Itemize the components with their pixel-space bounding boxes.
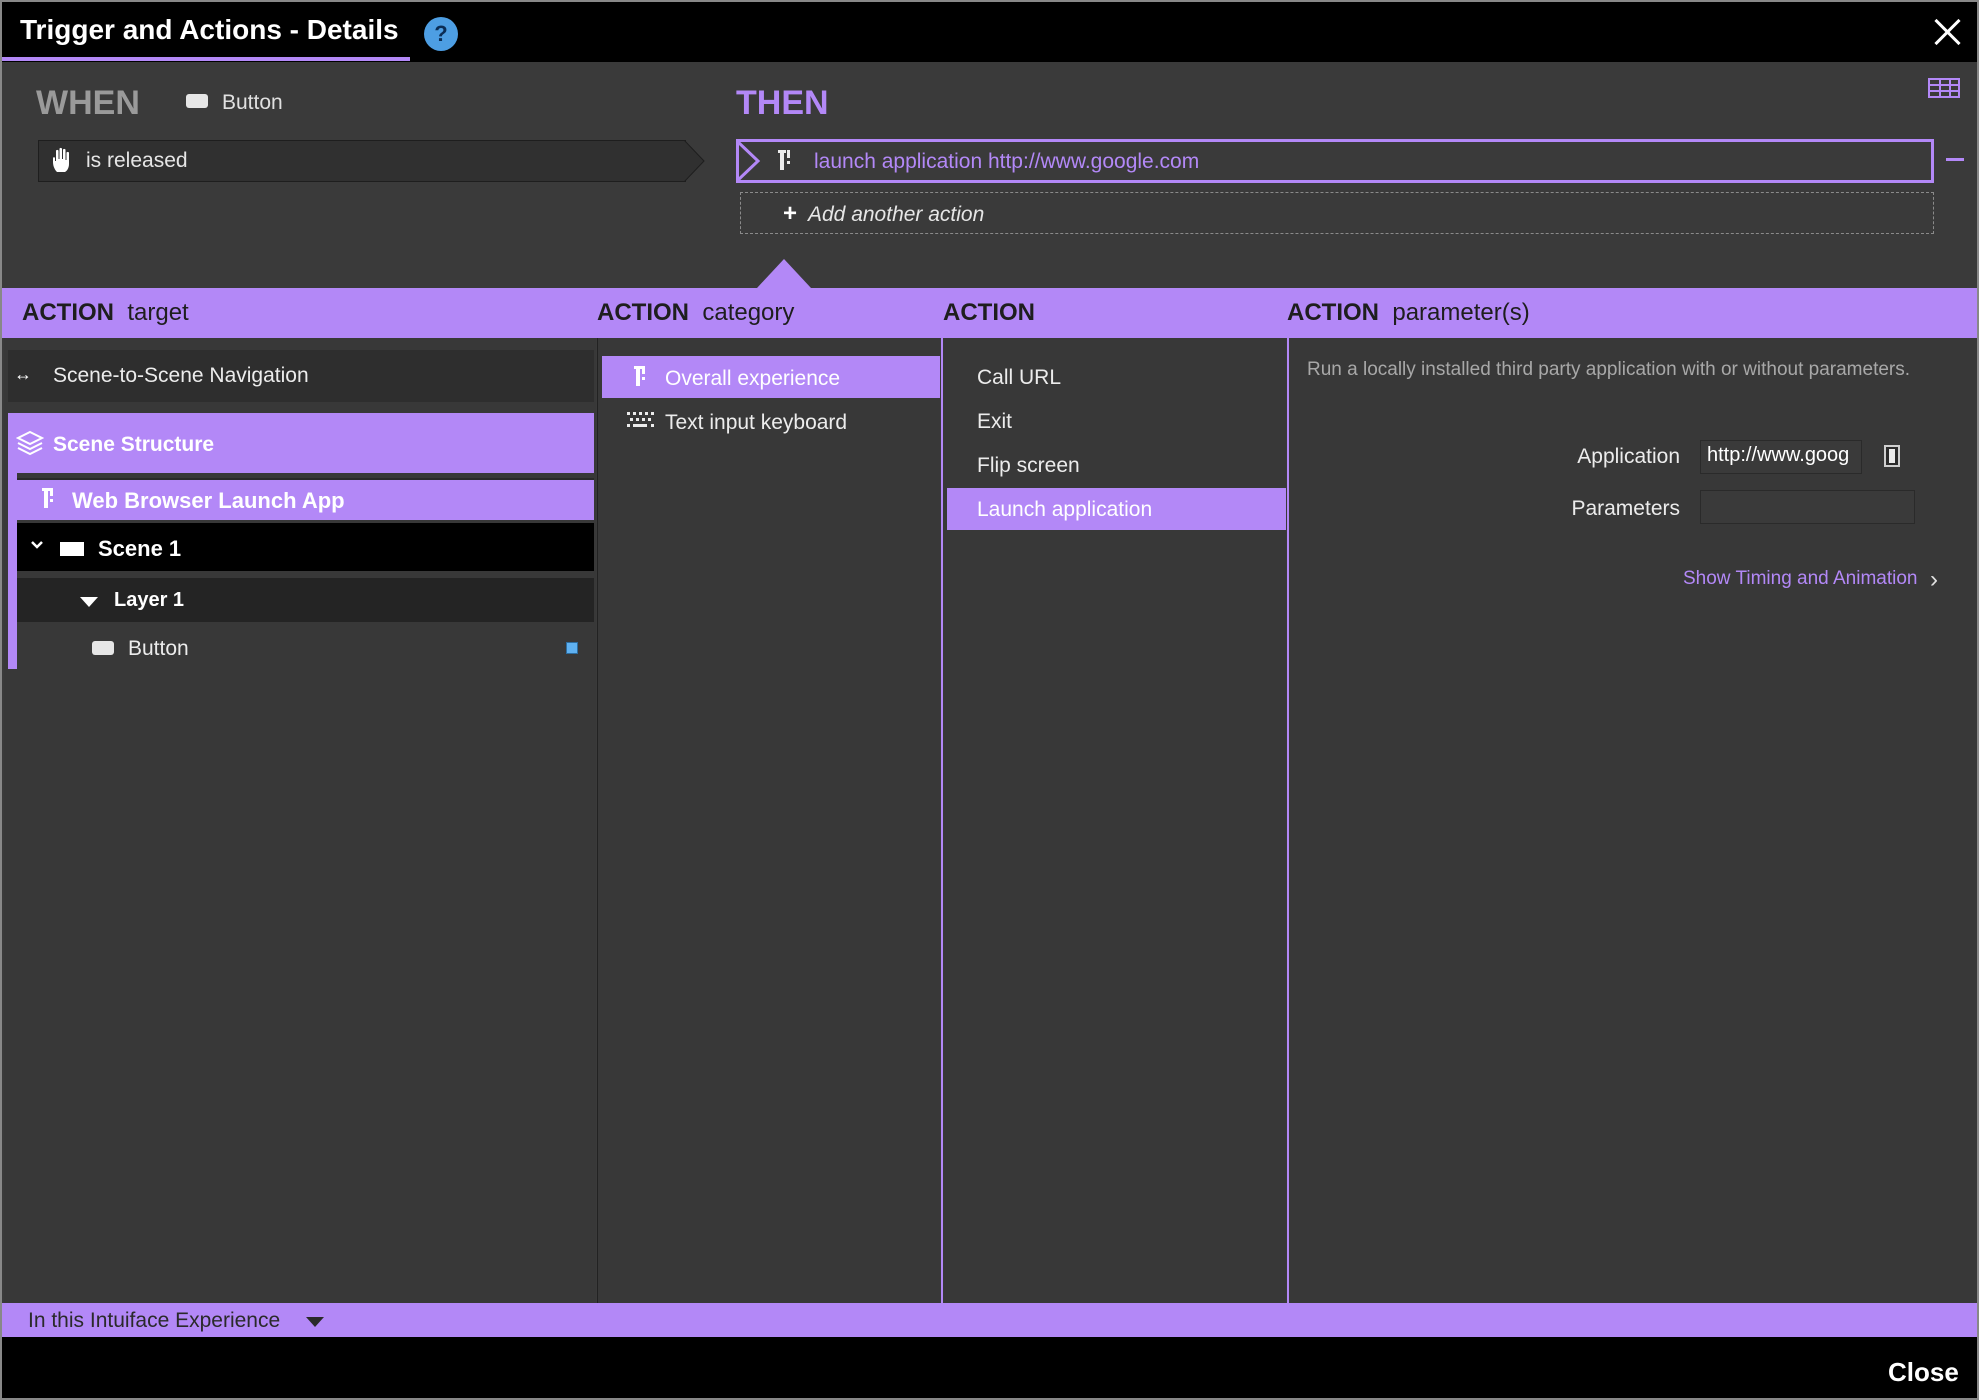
keyboard-icon	[627, 412, 654, 427]
remove-action-button[interactable]	[1946, 158, 1964, 161]
header-action-category: ACTION category	[597, 299, 795, 326]
scene-icon	[60, 542, 84, 556]
app-launch-icon	[42, 488, 53, 508]
tree-layer-1[interactable]	[17, 578, 594, 622]
file-picker-icon[interactable]	[1882, 444, 1902, 468]
parameter-description: Run a locally installed third party appl…	[1307, 359, 1911, 380]
scope-selector[interactable]: In this Intuiface Experience	[28, 1309, 280, 1333]
action-item[interactable]: Call URL	[977, 366, 1061, 390]
show-timing-link[interactable]: Show Timing and Animation	[1683, 568, 1917, 590]
action-label[interactable]: launch application http://www.google.com	[814, 150, 1199, 174]
layers-icon	[16, 430, 44, 456]
scene-label[interactable]: Scene 1	[98, 536, 181, 562]
when-heading: WHEN	[36, 84, 140, 122]
bottom-bar	[2, 1337, 1977, 1398]
window-title: Trigger and Actions - Details	[20, 14, 399, 45]
tree-selection-bar	[8, 473, 17, 669]
scope-bar	[2, 1303, 1977, 1337]
target-scene-structure-label[interactable]: Scene Structure	[53, 433, 214, 457]
parameters-field[interactable]	[1700, 490, 1915, 524]
trigger-label[interactable]: is released	[86, 149, 188, 173]
tree-button-label[interactable]: Button	[128, 637, 189, 661]
selection-notch	[757, 259, 811, 288]
title-underline	[2, 57, 410, 61]
navigation-arrows-icon: ↔	[14, 364, 32, 384]
add-action-label[interactable]: Add another action	[808, 203, 984, 227]
layer-label[interactable]: Layer 1	[114, 589, 184, 612]
action-column	[941, 338, 1286, 1303]
plus-icon: +	[783, 200, 798, 227]
action-item[interactable]: Launch application	[977, 498, 1152, 522]
parameters-label: Parameters	[1571, 497, 1680, 520]
header-action-parameters: ACTION parameter(s)	[1287, 299, 1530, 326]
header-action-target: ACTION target	[22, 299, 189, 326]
category-label[interactable]: Overall experience	[665, 367, 840, 391]
category-label[interactable]: Text input keyboard	[665, 411, 847, 435]
application-field[interactable]: http://www.goog	[1700, 440, 1862, 474]
application-label: Application	[1577, 445, 1680, 468]
status-indicator	[566, 642, 578, 654]
action-item[interactable]: Flip screen	[977, 454, 1080, 478]
category-column	[597, 338, 940, 1303]
header-action: ACTION	[943, 299, 1035, 326]
target-navigation-label[interactable]: Scene-to-Scene Navigation	[53, 364, 309, 388]
chevron-right-icon[interactable]: ›	[1930, 566, 1938, 594]
button-icon	[92, 641, 114, 655]
action-chevron	[735, 139, 761, 183]
close-icon[interactable]	[1927, 12, 1967, 52]
trigger-source[interactable]: Button	[222, 91, 283, 115]
hand-icon	[53, 147, 69, 172]
expand-triangle-icon[interactable]	[80, 597, 98, 607]
button-icon	[186, 94, 208, 108]
dropdown-arrow-icon[interactable]	[306, 1317, 324, 1327]
parameters-column	[1287, 338, 1977, 1303]
app-launch-icon	[634, 366, 645, 386]
help-icon[interactable]: ?	[424, 17, 458, 51]
chevron-down-icon[interactable]	[30, 538, 44, 552]
grid-icon[interactable]	[1928, 78, 1960, 98]
action-item[interactable]: Exit	[977, 410, 1012, 434]
app-launch-icon	[778, 150, 790, 170]
then-heading: THEN	[736, 84, 829, 122]
trigger-arrow	[684, 140, 705, 182]
close-button[interactable]: Close	[1888, 1357, 1959, 1388]
target-web-browser-label[interactable]: Web Browser Launch App	[72, 488, 345, 514]
